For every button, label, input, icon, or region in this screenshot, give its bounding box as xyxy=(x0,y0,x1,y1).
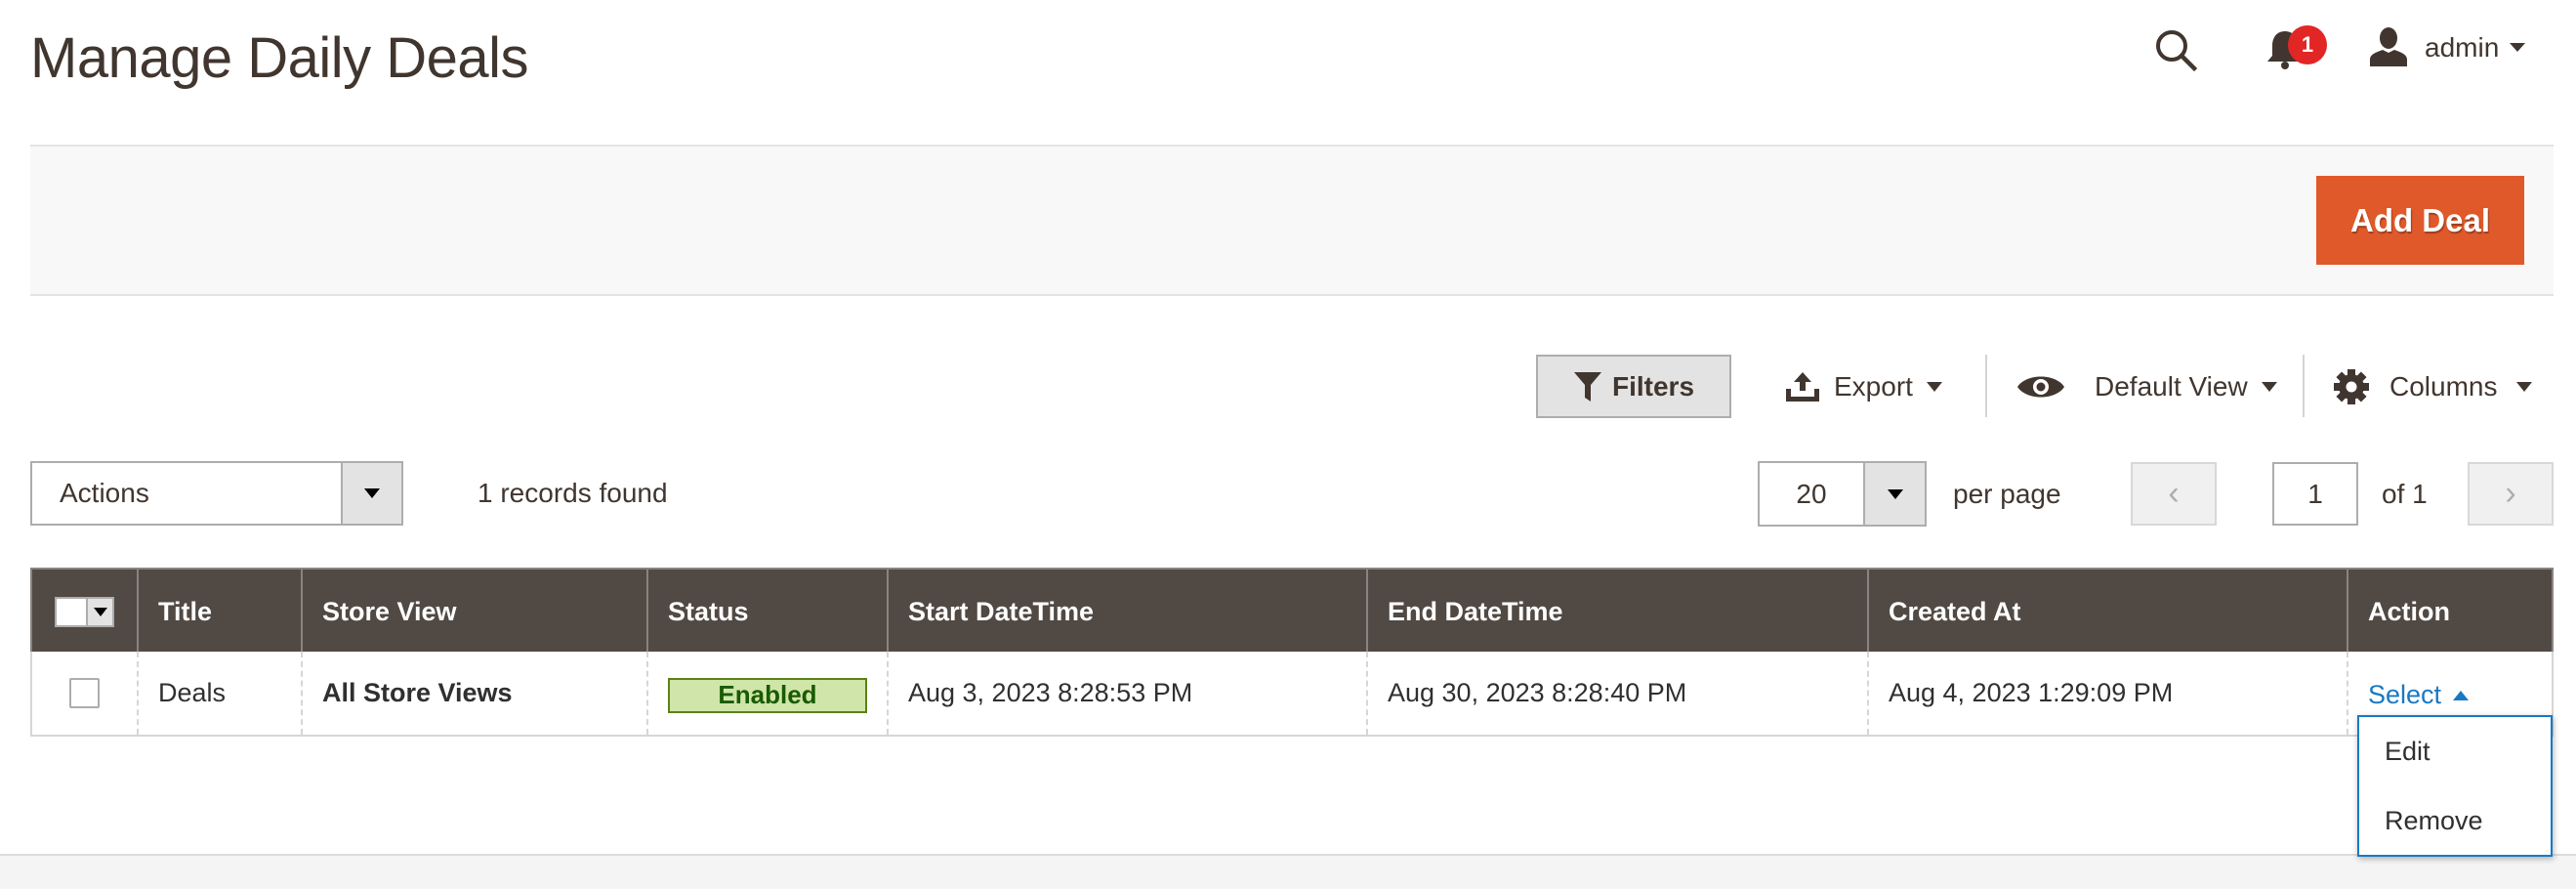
search-icon[interactable] xyxy=(2153,27,2198,72)
filter-icon xyxy=(1573,371,1601,402)
add-deal-button[interactable]: Add Deal xyxy=(2316,176,2524,265)
toolbar-divider xyxy=(2303,355,2305,417)
page-title: Manage Daily Deals xyxy=(30,26,529,90)
chevron-left-icon: ‹ xyxy=(2168,475,2180,512)
deals-grid: Title Store View Status Start DateTime E… xyxy=(30,568,2554,737)
mass-actions-select[interactable]: Actions xyxy=(30,461,403,526)
export-button[interactable]: Export xyxy=(1785,355,1942,418)
cell-created-at: Aug 4, 2023 1:29:09 PM xyxy=(1867,652,2347,735)
filters-button[interactable]: Filters xyxy=(1536,355,1731,418)
export-icon xyxy=(1786,371,1819,402)
table-row: Deals All Store Views Enabled Aug 3, 202… xyxy=(30,652,2554,737)
per-page-select[interactable]: 20 xyxy=(1758,461,1927,527)
column-header-end-datetime[interactable]: End DateTime xyxy=(1366,570,1867,654)
page-footer xyxy=(0,854,2576,889)
mass-select-header xyxy=(32,570,137,654)
eye-icon xyxy=(2017,376,2064,397)
row-action-label: Select xyxy=(2368,680,2442,709)
notification-badge[interactable]: 1 xyxy=(2288,25,2327,64)
columns-button[interactable]: Columns xyxy=(2333,355,2533,418)
columns-label: Columns xyxy=(2389,370,2498,402)
row-action-select[interactable]: Select xyxy=(2368,680,2470,710)
menu-item-remove[interactable]: Remove xyxy=(2385,806,2483,836)
page-actions-bar xyxy=(30,145,2554,296)
filters-label: Filters xyxy=(1611,370,1695,402)
row-checkbox[interactable] xyxy=(69,678,100,708)
mass-select-toggle[interactable] xyxy=(86,598,112,625)
chevron-down-icon xyxy=(2261,381,2277,392)
chevron-right-icon: › xyxy=(2505,475,2516,512)
next-page-button[interactable]: › xyxy=(2468,462,2554,526)
chevron-down-icon xyxy=(2516,381,2533,392)
cell-status: Enabled xyxy=(646,652,887,735)
mass-select-checkbox[interactable] xyxy=(55,596,114,627)
user-menu-name[interactable]: admin xyxy=(2425,30,2499,65)
chevron-down-icon xyxy=(1926,381,1942,392)
per-page-value: 20 xyxy=(1796,478,1827,509)
user-icon[interactable] xyxy=(2368,27,2409,66)
row-select-cell xyxy=(32,652,137,735)
cell-start-datetime: Aug 3, 2023 8:28:53 PM xyxy=(887,652,1366,735)
row-action-menu: Edit Remove xyxy=(2357,715,2553,857)
column-header-title[interactable]: Title xyxy=(137,570,301,654)
cell-title: Deals xyxy=(137,652,301,735)
per-page-label: per page xyxy=(1953,479,2061,509)
chevron-up-icon xyxy=(2453,690,2470,700)
column-header-store-view[interactable]: Store View xyxy=(301,570,646,654)
chevron-down-icon xyxy=(364,488,380,498)
default-view-button[interactable]: Default View xyxy=(2016,355,2277,418)
grid-header: Title Store View Status Start DateTime E… xyxy=(30,568,2554,654)
export-label: Export xyxy=(1834,370,1913,402)
gear-icon xyxy=(2334,368,2369,404)
chevron-down-icon[interactable] xyxy=(2510,43,2525,52)
chevron-down-icon xyxy=(93,607,107,616)
column-header-action: Action xyxy=(2347,570,2552,654)
toolbar-divider xyxy=(1985,355,1987,417)
total-pages-label: of 1 xyxy=(2382,479,2428,509)
prev-page-button[interactable]: ‹ xyxy=(2131,462,2217,526)
status-badge: Enabled xyxy=(668,677,867,713)
records-count: 1 records found xyxy=(478,478,668,508)
page-number-input[interactable]: 1 xyxy=(2272,462,2358,526)
column-header-created-at[interactable]: Created At xyxy=(1867,570,2347,654)
mass-actions-toggle[interactable] xyxy=(341,463,401,524)
per-page-toggle[interactable] xyxy=(1863,463,1925,525)
menu-item-edit[interactable]: Edit xyxy=(2385,737,2431,767)
column-header-start-datetime[interactable]: Start DateTime xyxy=(887,570,1366,654)
default-view-label: Default View xyxy=(2095,370,2248,402)
mass-select-box xyxy=(57,598,86,625)
chevron-down-icon xyxy=(1887,488,1903,499)
cell-store-view: All Store Views xyxy=(301,652,646,735)
cell-end-datetime: Aug 30, 2023 8:28:40 PM xyxy=(1366,652,1867,735)
mass-actions-value: Actions xyxy=(60,478,149,508)
column-header-status[interactable]: Status xyxy=(646,570,887,654)
